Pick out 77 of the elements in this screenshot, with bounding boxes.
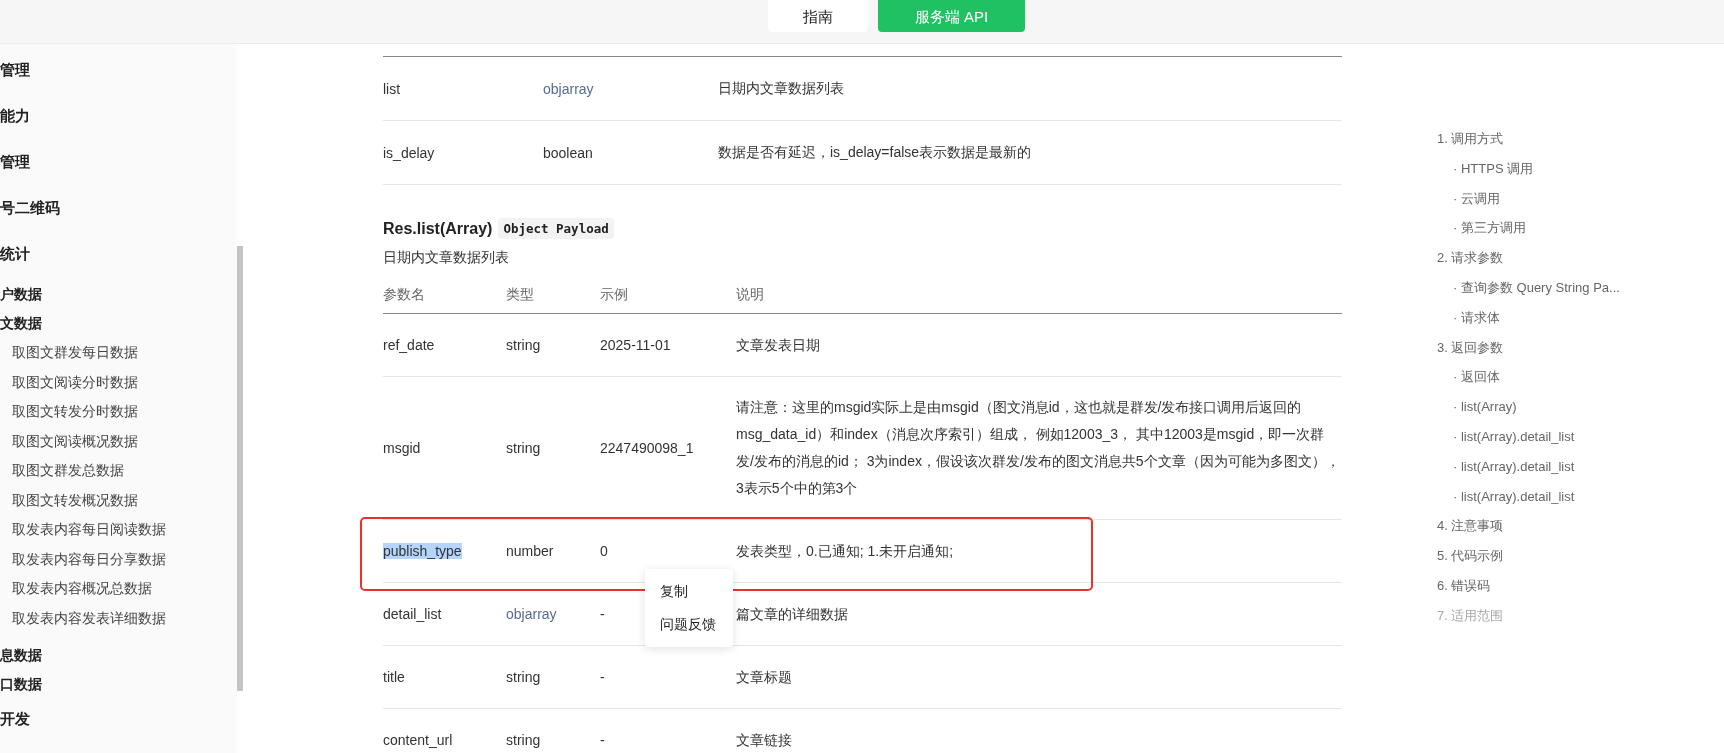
sidebar-item[interactable]: 取图文阅读分时数据 xyxy=(0,367,237,397)
toc-item[interactable]: 4. 注意事项 xyxy=(1437,511,1620,542)
sidebar-item[interactable]: 号二维码 xyxy=(0,188,237,234)
param-type: string xyxy=(506,669,542,685)
type-link[interactable]: objarray xyxy=(543,80,718,97)
param-type: number xyxy=(506,543,555,559)
param-type: string xyxy=(506,732,542,748)
sidebar-item[interactable]: 取发表内容每日阅读数据 xyxy=(0,515,237,545)
param-example: 2247490098_1 xyxy=(600,440,695,456)
toc-item[interactable]: 2. 请求参数 xyxy=(1437,243,1620,273)
param-description: 文章链接 xyxy=(736,730,793,750)
param-example: 2025-11-01 xyxy=(600,337,672,353)
param-description: 发表类型，0.已通知; 1.未开启通知; xyxy=(736,541,955,561)
sidebar-item[interactable]: 取发表内容发表详细数据 xyxy=(0,603,237,633)
param-example: - xyxy=(600,669,606,685)
section-title: Res.list(Array) xyxy=(383,219,493,238)
toc-item[interactable]: · 请求体 xyxy=(1437,302,1620,333)
menu-item[interactable]: 问题反馈 xyxy=(645,608,733,641)
sidebar-item[interactable]: 取图文阅读概况数据 xyxy=(0,426,237,456)
sidebar-item[interactable]: 统计 xyxy=(0,234,237,280)
param-name: is_delay xyxy=(383,144,436,161)
param-description: 日期内文章数据列表 xyxy=(718,79,845,98)
sidebar-item[interactable]: 取图文群发每日数据 xyxy=(0,338,237,368)
param-description: 请注意：这里的msgid实际上是由msgid（图文消息id，这也就是群发/发布接口调用后返回的msg_data_id）和index（消息次序索引）组成， 例如12003_3， 其中12003是msgid，即一次群发/发布的消息的id； 3为index，假设该次群发/发布的图文消息共5个文章（因为可能为多图文）， 3表示5个中的第3个 xyxy=(736,398,1341,498)
toc-item[interactable]: · list(Array).detail_list xyxy=(1437,481,1620,512)
toc-item[interactable]: · 返回体 xyxy=(1437,362,1620,393)
param-example: 0 xyxy=(600,543,609,559)
sidebar-item[interactable]: 管理 xyxy=(0,142,237,188)
param-description: 数据是否有延迟，is_delay=false表示数据是最新的 xyxy=(718,143,1033,162)
toc-item[interactable]: 6. 错误码 xyxy=(1437,570,1620,601)
param-name: detail_list xyxy=(383,606,442,622)
sidebar-item[interactable]: 取图文转发分时数据 xyxy=(0,397,237,427)
sidebar-item[interactable]: 户数据 xyxy=(0,280,237,309)
sidebar-item[interactable]: 取图文群发总数据 xyxy=(0,456,237,486)
sidebar-item[interactable]: 能力 xyxy=(0,96,237,142)
param-name: ref_date xyxy=(383,337,435,353)
column-header: 类型 xyxy=(506,286,535,304)
toc-item[interactable]: · 第三方调用 xyxy=(1437,213,1620,244)
sidebar-item[interactable]: 取发表内容概况总数据 xyxy=(0,574,237,604)
toc-item[interactable]: · list(Array).detail_list xyxy=(1437,451,1620,482)
type-link[interactable]: objarray xyxy=(506,606,600,622)
param-type: string xyxy=(506,337,542,353)
sidebar-item[interactable]: 取图文转发概况数据 xyxy=(0,485,237,515)
sidebar-item[interactable]: 取发表内容每日分享数据 xyxy=(0,544,237,574)
param-name: content_url xyxy=(383,732,453,748)
column-header: 示例 xyxy=(600,286,629,304)
toc-item[interactable]: · list(Array).detail_list xyxy=(1437,421,1620,452)
param-name: list xyxy=(383,80,402,97)
sidebar-item[interactable]: 口数据 xyxy=(0,670,237,699)
param-example: - xyxy=(600,606,606,622)
toc-item[interactable]: · HTTPS 调用 xyxy=(1437,153,1620,184)
param-description: 篇文章的详细数据 xyxy=(736,604,849,624)
scrollbar[interactable] xyxy=(237,246,243,691)
param-description: 文章标题 xyxy=(736,667,793,687)
toc-item[interactable]: · 查询参数 Query String Pa... xyxy=(1437,273,1620,303)
section-description: 日期内文章数据列表 xyxy=(383,249,510,267)
sidebar-item[interactable]: 文数据 xyxy=(0,309,237,338)
param-type: string xyxy=(506,440,542,456)
sidebar-item[interactable]: 息数据 xyxy=(0,641,237,670)
toc-item[interactable]: · list(Array) xyxy=(1437,392,1620,422)
code-label: Object Payload xyxy=(498,218,614,239)
param-name: msgid xyxy=(383,440,421,456)
column-header: 说明 xyxy=(736,286,765,304)
param-name: publish_type xyxy=(383,543,462,559)
param-type: boolean xyxy=(543,144,594,161)
param-example: - xyxy=(600,732,606,748)
toc-item[interactable]: · 云调用 xyxy=(1437,183,1620,214)
guide-button[interactable]: 指南 xyxy=(768,0,868,32)
sidebar-item[interactable]: 开发 xyxy=(0,699,237,745)
toc-item[interactable]: 1. 调用方式 xyxy=(1437,124,1620,154)
toc-item[interactable]: 5. 代码示例 xyxy=(1437,541,1620,571)
param-name: title xyxy=(383,669,405,685)
param-description: 文章发表日期 xyxy=(736,335,821,355)
column-header: 参数名 xyxy=(383,286,426,304)
menu-item[interactable]: 复制 xyxy=(645,575,733,608)
toc-item[interactable]: 3. 返回参数 xyxy=(1437,332,1620,363)
sidebar-item[interactable]: 管理 xyxy=(0,50,237,96)
